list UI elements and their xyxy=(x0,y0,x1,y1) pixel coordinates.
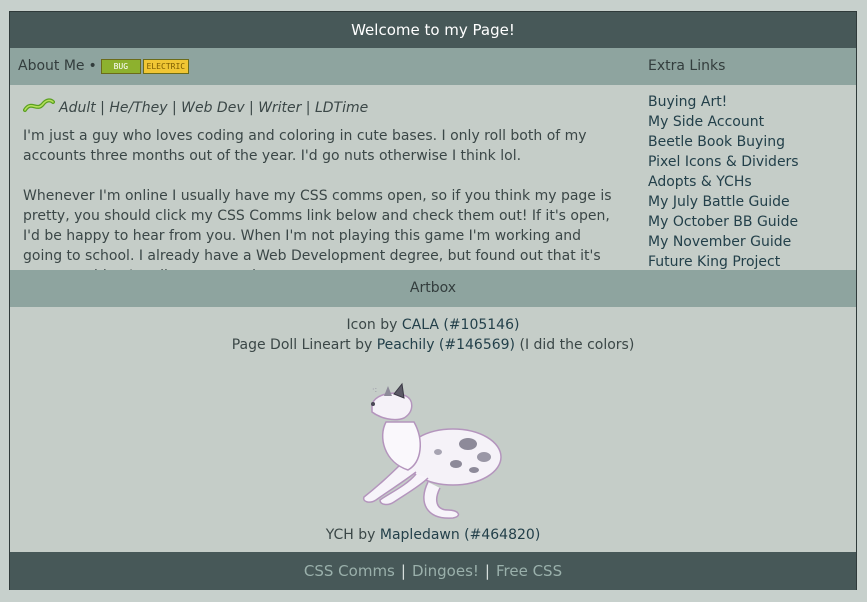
footer-link-css-comms[interactable]: CSS Comms xyxy=(304,562,395,580)
footer-nav: CSS Comms | Dingoes! | Free CSS xyxy=(10,552,856,590)
about-me-content[interactable]: Adult | He/They | Web Dev | Writer | LDT… xyxy=(23,96,623,270)
icon-artist-link[interactable]: CALA (#105146) xyxy=(402,317,520,333)
extra-link-future-king[interactable]: Future King Project xyxy=(648,252,848,270)
about-me-bar: About Me • BUG ELECTRIC xyxy=(10,48,640,85)
ych-credit: YCH by Mapledawn (#464820) xyxy=(10,525,856,545)
icon-credit-prefix: Icon by xyxy=(346,317,398,333)
extra-links-list[interactable]: Buying Art! My Side Account Beetle Book … xyxy=(648,92,848,270)
doll-credit-prefix: Page Doll Lineart by xyxy=(231,337,373,353)
artbox-heading: Artbox xyxy=(10,270,856,307)
icon-credit: Icon by CALA (#105146) xyxy=(10,315,856,335)
bullet: • xyxy=(88,58,97,74)
doll-credit-suffix: (I did the colors) xyxy=(519,337,635,353)
ych-artist-link[interactable]: Mapledawn (#464820) xyxy=(380,527,540,543)
electric-type-badge: ELECTRIC xyxy=(142,58,189,74)
extra-link-side-account[interactable]: My Side Account xyxy=(648,112,848,132)
footer-link-dingoes[interactable]: Dingoes! xyxy=(412,562,479,580)
tagline-row: Adult | He/They | Web Dev | Writer | LDT… xyxy=(23,96,623,120)
page-doll-image: ·: xyxy=(358,382,508,522)
footer-separator: | xyxy=(400,562,406,580)
snake-icon xyxy=(23,96,55,120)
extra-links-heading: Extra Links xyxy=(648,58,726,74)
about-me-heading: About Me xyxy=(18,58,85,74)
ych-credit-prefix: YCH by xyxy=(325,527,376,543)
page-frame: Welcome to my Page! About Me • BUG ELECTRIC… xyxy=(9,11,857,590)
extra-link-november-guide[interactable]: My November Guide xyxy=(648,232,848,252)
extra-link-october-guide[interactable]: My October BB Guide xyxy=(648,212,848,232)
extra-link-beetle-book[interactable]: Beetle Book Buying xyxy=(648,132,848,152)
doll-artist-link[interactable]: Peachily (#146569) xyxy=(377,337,515,353)
extra-links-bar: Extra Links xyxy=(640,48,856,85)
footer-link-free-css[interactable]: Free CSS xyxy=(496,562,562,580)
extra-link-july-guide[interactable]: My July Battle Guide xyxy=(648,192,848,212)
bug-type-badge: BUG xyxy=(100,58,141,74)
about-paragraph: I'm just a guy who loves coding and colo… xyxy=(23,128,587,164)
doll-credit: Page Doll Lineart by Peachily (#146569) … xyxy=(10,335,856,355)
page-title: Welcome to my Page! xyxy=(10,12,856,48)
extra-link-buying-art[interactable]: Buying Art! xyxy=(648,92,848,112)
svg-text:·:: ·: xyxy=(372,385,377,394)
about-me-heading-row: About Me • BUG ELECTRIC xyxy=(18,58,189,74)
extra-link-adopts[interactable]: Adopts & YCHs xyxy=(648,172,848,192)
tagline: Adult | He/They | Web Dev | Writer | LDT… xyxy=(59,100,369,116)
footer-separator: | xyxy=(484,562,490,580)
artbox-content: Icon by CALA (#105146) Page Doll Lineart… xyxy=(10,307,856,552)
about-paragraph: Whenever I'm online I usually have my CS… xyxy=(23,188,612,270)
extra-link-pixel-icons[interactable]: Pixel Icons & Dividers xyxy=(648,152,848,172)
